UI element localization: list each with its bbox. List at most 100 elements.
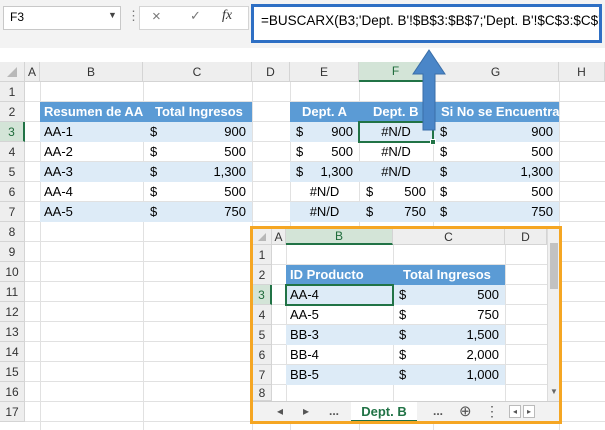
tab-prev-icon[interactable]: ◂ (277, 404, 283, 418)
inset-row-header[interactable]: 1 (253, 245, 272, 265)
inset-row-header[interactable]: 3 (253, 285, 272, 305)
summary-id-cell[interactable]: AA-4 (44, 182, 73, 202)
dept-a-cell[interactable]: 1,300 (305, 162, 353, 182)
row-header-5[interactable]: 5 (0, 162, 25, 182)
not-found-cell[interactable]: 1,300 (470, 162, 553, 182)
inset-value-cell[interactable]: 500 (429, 285, 499, 305)
inset-id-cell[interactable]: AA-5 (290, 305, 319, 325)
inset-id-cell[interactable]: BB-4 (290, 345, 319, 365)
cancel-icon[interactable]: × (152, 8, 161, 25)
row-header-6[interactable]: 6 (0, 182, 25, 202)
scroll-left-icon[interactable]: ◂ (509, 405, 521, 418)
column-header-g[interactable]: G (433, 62, 559, 82)
inset-header-id[interactable]: ID Producto (286, 265, 393, 285)
row-header-3[interactable]: 3 (0, 122, 25, 142)
dept-a-cell[interactable]: #N/D (290, 182, 359, 202)
column-header-a[interactable]: A (25, 62, 40, 82)
not-found-cell[interactable]: 750 (470, 202, 553, 222)
row-header-11[interactable]: 11 (0, 282, 25, 302)
dept-b-cell[interactable]: 500 (376, 182, 426, 202)
inset-value-cell[interactable]: 750 (429, 305, 499, 325)
summary-value-cell[interactable]: 500 (180, 142, 246, 162)
currency-symbol: $ (399, 327, 407, 342)
column-header-e[interactable]: E (290, 62, 359, 82)
dept-b-cell[interactable]: #N/D (359, 162, 433, 182)
inset-row-header[interactable]: 7 (253, 365, 272, 385)
tab-dept-b[interactable]: Dept. B (351, 402, 417, 421)
row-header-16[interactable]: 16 (0, 382, 25, 402)
dept-a-cell[interactable]: 900 (305, 122, 353, 142)
inset-id-cell[interactable]: BB-3 (290, 325, 319, 345)
not-found-cell[interactable]: 500 (470, 142, 553, 162)
inset-column-header-c[interactable]: C (393, 229, 505, 245)
inset-column-header-a[interactable]: A (272, 229, 286, 245)
inset-column-header-d[interactable]: D (505, 229, 547, 245)
dept-a-cell[interactable]: #N/D (290, 202, 359, 222)
row-header-10[interactable]: 10 (0, 262, 25, 282)
add-sheet-icon[interactable]: ⊕ (459, 402, 472, 420)
fill-handle[interactable] (430, 139, 436, 145)
summary-header-id[interactable]: Resumen de AA (40, 102, 143, 122)
more-options-icon[interactable]: ⋮ (485, 403, 499, 420)
row-header-7[interactable]: 7 (0, 202, 25, 222)
inset-header-total[interactable]: Total Ingresos (393, 265, 505, 285)
name-box[interactable]: F3 (3, 6, 121, 30)
summary-value-cell[interactable]: 1,300 (180, 162, 246, 182)
not-found-cell[interactable]: 500 (470, 182, 553, 202)
column-header-h[interactable]: H (559, 62, 605, 82)
inset-active-cell[interactable] (285, 284, 394, 306)
inset-value-cell[interactable]: 1,000 (429, 365, 499, 385)
not-found-header[interactable]: Si No se Encuentra (433, 102, 559, 122)
inset-select-all[interactable] (253, 229, 272, 245)
column-header-d[interactable]: D (252, 62, 290, 82)
tab-next-icon[interactable]: ▸ (303, 404, 309, 418)
row-header-2[interactable]: 2 (0, 102, 25, 122)
inset-value-cell[interactable]: 2,000 (429, 345, 499, 365)
inset-id-cell[interactable]: BB-5 (290, 365, 319, 385)
currency-symbol: $ (150, 184, 158, 199)
inset-row-header[interactable]: 8 (253, 385, 272, 401)
row-header-17[interactable]: 17 (0, 402, 25, 422)
summary-id-cell[interactable]: AA-5 (44, 202, 73, 222)
row-header-9[interactable]: 9 (0, 242, 25, 262)
dept-a-cell[interactable]: 500 (305, 142, 353, 162)
dept-b-cell[interactable]: #N/D (359, 142, 433, 162)
not-found-cell[interactable]: 900 (470, 122, 553, 142)
summary-value-cell[interactable]: 900 (180, 122, 246, 142)
chevron-down-icon[interactable]: ▼ (108, 10, 117, 20)
tab-ellipsis-right[interactable]: ... (433, 404, 443, 418)
scroll-right-icon[interactable]: ▸ (523, 405, 535, 418)
inset-column-header-b[interactable]: B (286, 229, 393, 245)
row-header-15[interactable]: 15 (0, 362, 25, 382)
scrollbar-thumb[interactable] (550, 243, 558, 289)
row-header-8[interactable]: 8 (0, 222, 25, 242)
tab-ellipsis-left[interactable]: ... (329, 404, 339, 418)
row-header-4[interactable]: 4 (0, 142, 25, 162)
inset-row-header[interactable]: 2 (253, 265, 272, 285)
dept-a-header[interactable]: Dept. A (290, 102, 359, 122)
summary-id-cell[interactable]: AA-2 (44, 142, 73, 162)
currency-symbol: $ (440, 164, 448, 179)
row-header-14[interactable]: 14 (0, 342, 25, 362)
inset-row-header[interactable]: 6 (253, 345, 272, 365)
summary-id-cell[interactable]: AA-1 (44, 122, 73, 142)
scroll-down-icon[interactable]: ▼ (550, 387, 558, 396)
formula-input[interactable]: =BUSCARX(B3;'Dept. B'!$B$3:$B$7;'Dept. B… (251, 4, 602, 43)
row-header-1[interactable]: 1 (0, 82, 25, 102)
inset-value-cell[interactable]: 1,500 (429, 325, 499, 345)
summary-header-total[interactable]: Total Ingresos (143, 102, 252, 122)
column-header-c[interactable]: C (143, 62, 252, 82)
select-all-corner[interactable] (0, 62, 25, 82)
dept-b-cell[interactable]: 750 (376, 202, 426, 222)
summary-value-cell[interactable]: 500 (180, 182, 246, 202)
function-icon[interactable]: fx (222, 8, 232, 24)
enter-icon[interactable]: ✓ (190, 8, 201, 24)
vertical-scrollbar[interactable]: ▼ (547, 229, 559, 401)
row-header-13[interactable]: 13 (0, 322, 25, 342)
row-header-12[interactable]: 12 (0, 302, 25, 322)
summary-value-cell[interactable]: 750 (180, 202, 246, 222)
column-header-b[interactable]: B (40, 62, 143, 82)
inset-row-header[interactable]: 4 (253, 305, 272, 325)
inset-row-header[interactable]: 5 (253, 325, 272, 345)
summary-id-cell[interactable]: AA-3 (44, 162, 73, 182)
